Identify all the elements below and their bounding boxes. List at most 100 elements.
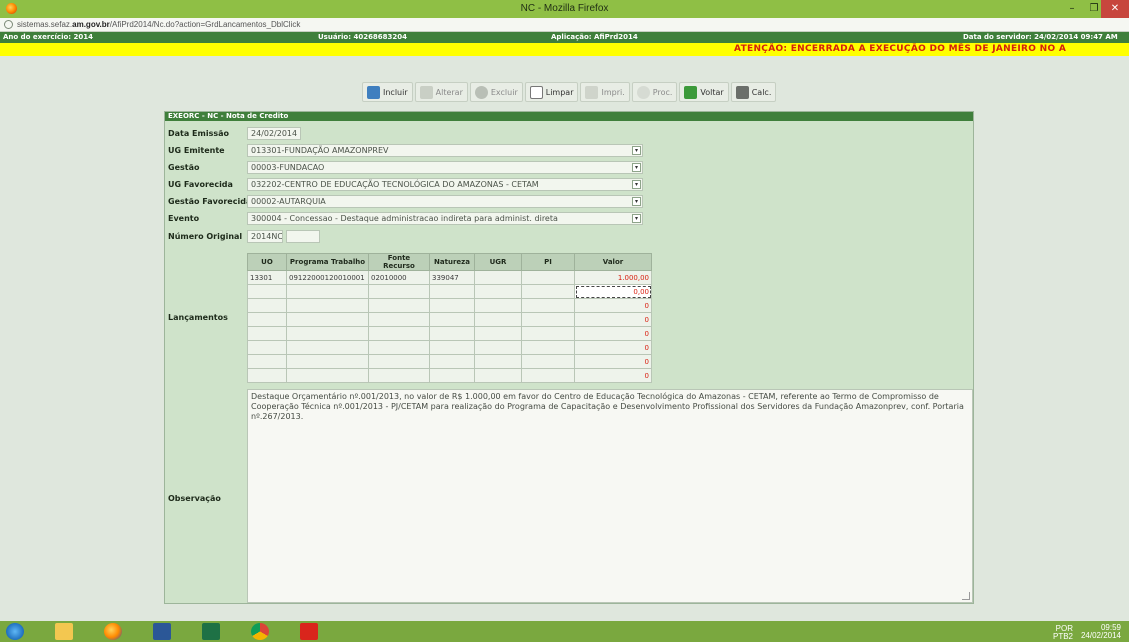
- cell-ugr[interactable]: [474, 340, 522, 355]
- cell-programa-trabalho[interactable]: [286, 298, 369, 313]
- cell-fonte-recurso[interactable]: [368, 340, 430, 355]
- table-row[interactable]: 0,00: [247, 284, 652, 299]
- table-row[interactable]: 0: [247, 312, 652, 327]
- limpar-button[interactable]: Limpar: [524, 82, 579, 102]
- cell-fonte-recurso[interactable]: [368, 312, 430, 327]
- cell-valor[interactable]: 0: [574, 354, 652, 369]
- evento-select[interactable]: 300004 - Concessao - Destaque administra…: [247, 212, 643, 225]
- cell-programa-trabalho[interactable]: [286, 312, 369, 327]
- cell-ugr[interactable]: [474, 298, 522, 313]
- cell-pi[interactable]: [521, 368, 575, 383]
- cell-natureza[interactable]: 339047: [429, 270, 475, 285]
- cell-ugr[interactable]: [474, 284, 522, 299]
- cell-natureza[interactable]: [429, 368, 475, 383]
- close-button[interactable]: ✕: [1101, 0, 1129, 18]
- chevron-down-icon[interactable]: ▾: [632, 163, 641, 172]
- cell-valor[interactable]: 0: [574, 368, 652, 383]
- cell-fonte-recurso[interactable]: [368, 326, 430, 341]
- chevron-down-icon[interactable]: ▾: [632, 180, 641, 189]
- observacao-textarea[interactable]: Destaque Orçamentário nº.001/2013, no va…: [247, 389, 973, 603]
- incluir-button[interactable]: Incluir: [362, 82, 413, 102]
- cell-programa-trabalho[interactable]: [286, 368, 369, 383]
- ug-emitente-select[interactable]: 013301-FUNDAÇÃO AMAZONPREV ▾: [247, 144, 643, 157]
- cell-programa-trabalho[interactable]: [286, 340, 369, 355]
- cell-ugr[interactable]: [474, 270, 522, 285]
- cell-uo[interactable]: 13301: [247, 270, 287, 285]
- cell-valor[interactable]: 0: [574, 312, 652, 327]
- ie-icon[interactable]: [6, 623, 24, 640]
- cell-pi[interactable]: [521, 340, 575, 355]
- proc-button[interactable]: Proc.: [631, 82, 678, 102]
- cell-ugr[interactable]: [474, 368, 522, 383]
- table-row[interactable]: 0: [247, 354, 652, 369]
- table-row[interactable]: 0: [247, 298, 652, 313]
- cell-pi[interactable]: [521, 284, 575, 299]
- cell-uo[interactable]: [247, 284, 287, 299]
- table-row[interactable]: 0: [247, 368, 652, 383]
- cell-uo[interactable]: [247, 354, 287, 369]
- resize-grip-icon[interactable]: [962, 592, 970, 600]
- cell-uo[interactable]: [247, 340, 287, 355]
- gestao-favorecida-select[interactable]: 00002-AUTARQUIA ▾: [247, 195, 643, 208]
- table-row[interactable]: 0: [247, 326, 652, 341]
- cell-natureza[interactable]: [429, 354, 475, 369]
- firefox-icon[interactable]: [104, 623, 122, 640]
- ug-emitente-label: UG Emitente: [168, 146, 225, 155]
- cell-fonte-recurso[interactable]: [368, 284, 430, 299]
- cell-valor[interactable]: 0: [574, 326, 652, 341]
- cell-ugr[interactable]: [474, 312, 522, 327]
- cell-pi[interactable]: [521, 354, 575, 369]
- cell-fonte-recurso[interactable]: [368, 354, 430, 369]
- cell-natureza[interactable]: [429, 326, 475, 341]
- cell-pi[interactable]: [521, 270, 575, 285]
- excluir-button[interactable]: Excluir: [469, 82, 523, 102]
- chrome-icon[interactable]: [251, 623, 269, 640]
- language-indicator[interactable]: POR PTB2: [1053, 625, 1073, 641]
- cell-natureza[interactable]: [429, 284, 475, 299]
- cell-natureza[interactable]: [429, 340, 475, 355]
- gestao-select[interactable]: 00003-FUNDACAO ▾: [247, 161, 643, 174]
- cell-programa-trabalho[interactable]: [286, 354, 369, 369]
- word-icon[interactable]: [153, 623, 171, 640]
- voltar-button[interactable]: Voltar: [679, 82, 729, 102]
- url-text[interactable]: sistemas.sefaz.am.gov.br/AfiPrd2014/Nc.d…: [17, 20, 300, 29]
- cell-valor[interactable]: 0: [574, 340, 652, 355]
- cell-programa-trabalho[interactable]: [286, 284, 369, 299]
- chevron-down-icon[interactable]: ▾: [632, 197, 641, 206]
- address-bar[interactable]: sistemas.sefaz.am.gov.br/AfiPrd2014/Nc.d…: [0, 18, 1129, 32]
- cell-valor[interactable]: 1.000,00: [574, 270, 652, 285]
- cell-pi[interactable]: [521, 298, 575, 313]
- cell-fonte-recurso[interactable]: [368, 368, 430, 383]
- system-tray[interactable]: POR PTB2 09:59 24/02/2014: [1053, 624, 1121, 641]
- excel-icon[interactable]: [202, 623, 220, 640]
- imprimir-button[interactable]: Impri.: [580, 82, 630, 102]
- cell-programa-trabalho[interactable]: [286, 326, 369, 341]
- cell-uo[interactable]: [247, 368, 287, 383]
- cell-fonte-recurso[interactable]: [368, 298, 430, 313]
- cell-pi[interactable]: [521, 326, 575, 341]
- table-row[interactable]: 0: [247, 340, 652, 355]
- cell-natureza[interactable]: [429, 312, 475, 327]
- cell-valor[interactable]: 0: [574, 298, 652, 313]
- chevron-down-icon[interactable]: ▾: [632, 214, 641, 223]
- numero-original-prefix-field[interactable]: 2014NC: [247, 230, 283, 243]
- chevron-down-icon[interactable]: ▾: [632, 146, 641, 155]
- cell-programa-trabalho[interactable]: 09122000120010001: [286, 270, 369, 285]
- numero-original-number-field[interactable]: [286, 230, 320, 243]
- cell-pi[interactable]: [521, 312, 575, 327]
- ug-favorecida-select[interactable]: 032202-CENTRO DE EDUCAÇÃO TECNOLÓGICA DO…: [247, 178, 643, 191]
- cell-fonte-recurso[interactable]: 02010000: [368, 270, 430, 285]
- cell-natureza[interactable]: [429, 298, 475, 313]
- cell-uo[interactable]: [247, 326, 287, 341]
- explorer-icon[interactable]: [55, 623, 73, 640]
- cell-uo[interactable]: [247, 298, 287, 313]
- calc-button[interactable]: Calc.: [730, 82, 777, 102]
- cell-ugr[interactable]: [474, 326, 522, 341]
- cell-ugr[interactable]: [474, 354, 522, 369]
- data-emissao-field[interactable]: 24/02/2014: [247, 127, 301, 140]
- alterar-button[interactable]: Alterar: [414, 82, 468, 102]
- acrobat-icon[interactable]: [300, 623, 318, 640]
- table-row[interactable]: 13301 09122000120010001 02010000 339047 …: [247, 270, 652, 285]
- cell-uo[interactable]: [247, 312, 287, 327]
- cell-valor-focused[interactable]: 0,00: [574, 284, 652, 299]
